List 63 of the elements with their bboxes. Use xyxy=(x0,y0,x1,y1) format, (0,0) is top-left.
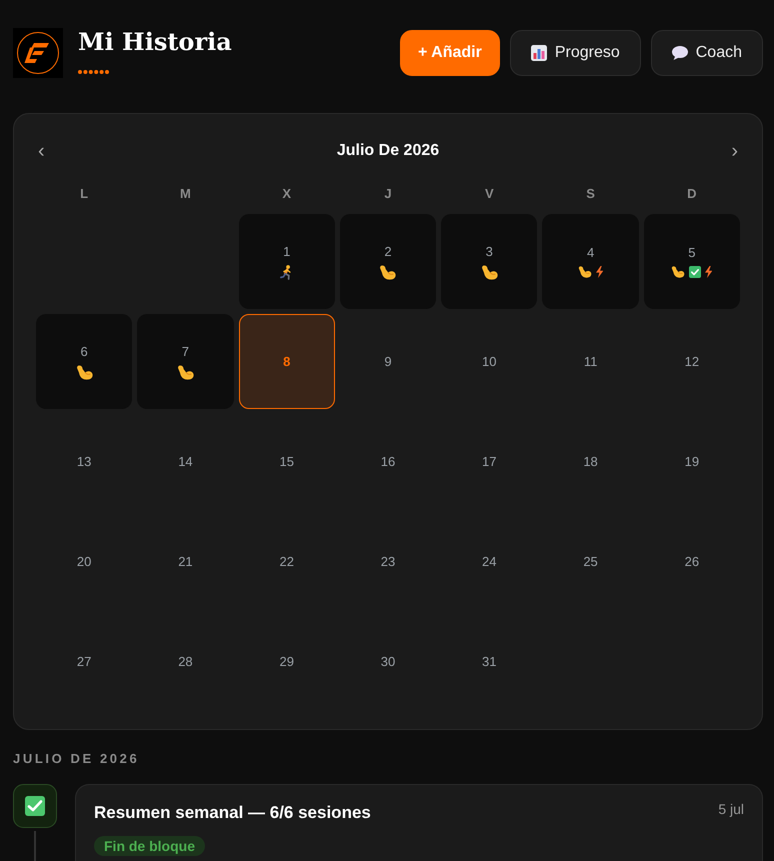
day-number: 16 xyxy=(380,454,396,469)
day-number: 28 xyxy=(178,654,193,669)
day-number: 11 xyxy=(584,354,598,369)
lightning-icon xyxy=(705,266,712,278)
progress-button[interactable]: Progreso xyxy=(510,30,641,76)
flexed-arm-icon xyxy=(578,266,592,278)
day-number: 30 xyxy=(380,654,396,669)
day-number: 8 xyxy=(283,354,290,369)
weekday-label: S xyxy=(586,186,595,200)
day-number: 23 xyxy=(380,554,396,569)
runner-icon xyxy=(280,264,294,280)
check-icon xyxy=(689,266,701,278)
day-number: 14 xyxy=(178,454,193,469)
day-number: 13 xyxy=(76,454,92,469)
entry-title: Resumen semanal — 6/6 sesiones xyxy=(94,803,371,823)
day-number: 2 xyxy=(384,244,392,258)
flexed-arm-icon xyxy=(379,264,397,280)
day-number: 25 xyxy=(583,554,598,569)
day-number: 19 xyxy=(684,454,700,469)
weekday-label: M xyxy=(180,186,191,200)
check-icon xyxy=(13,784,57,828)
day-number: 22 xyxy=(279,554,294,569)
day-number: 21 xyxy=(178,554,193,569)
day-number: 9 xyxy=(384,354,392,369)
block-tag: Fin de bloque xyxy=(94,836,205,856)
logo-icon xyxy=(13,28,63,78)
day-number: 12 xyxy=(684,354,700,369)
day-number: 29 xyxy=(279,654,294,669)
day-number: 24 xyxy=(482,554,497,569)
bar-chart-icon xyxy=(530,45,547,61)
weekday-label: V xyxy=(484,186,494,200)
day-number: 6 xyxy=(80,344,88,358)
day-number: 1 xyxy=(283,244,290,258)
day-number: 15 xyxy=(279,454,294,469)
entry-date: 5 jul xyxy=(718,801,744,817)
month-title: Julio De 2026 xyxy=(336,142,440,160)
lightning-icon xyxy=(596,266,604,278)
prev-month-button[interactable]: ‹ xyxy=(36,141,47,161)
weekday-label: D xyxy=(687,186,697,200)
day-number: 10 xyxy=(482,354,497,369)
flexed-arm-icon xyxy=(76,364,93,380)
next-month-button[interactable]: › xyxy=(729,141,740,161)
flexed-arm-icon xyxy=(480,264,498,280)
day-number: 4 xyxy=(586,245,594,260)
day-number: 3 xyxy=(486,244,493,258)
day-number: 20 xyxy=(76,554,92,569)
day-number: 18 xyxy=(583,454,598,469)
day-number: 26 xyxy=(684,554,700,569)
weekday-label: X xyxy=(282,186,292,200)
day-number: 27 xyxy=(76,654,92,669)
day-number: 5 xyxy=(688,245,696,260)
flexed-arm-icon xyxy=(671,266,685,278)
coach-button[interactable]: Coach xyxy=(650,30,763,76)
day-number: 31 xyxy=(482,654,497,669)
day-number: 17 xyxy=(482,454,497,469)
speech-bubble-icon xyxy=(672,46,688,60)
section-heading: JULIO DE 2026 xyxy=(13,751,140,767)
weekday-label: L xyxy=(80,186,88,200)
page-title: Mi Historia xyxy=(78,28,232,56)
flexed-arm-icon xyxy=(176,364,194,380)
weekday-label: J xyxy=(384,186,392,200)
dots-icon xyxy=(78,70,109,74)
day-number: 7 xyxy=(182,344,190,358)
